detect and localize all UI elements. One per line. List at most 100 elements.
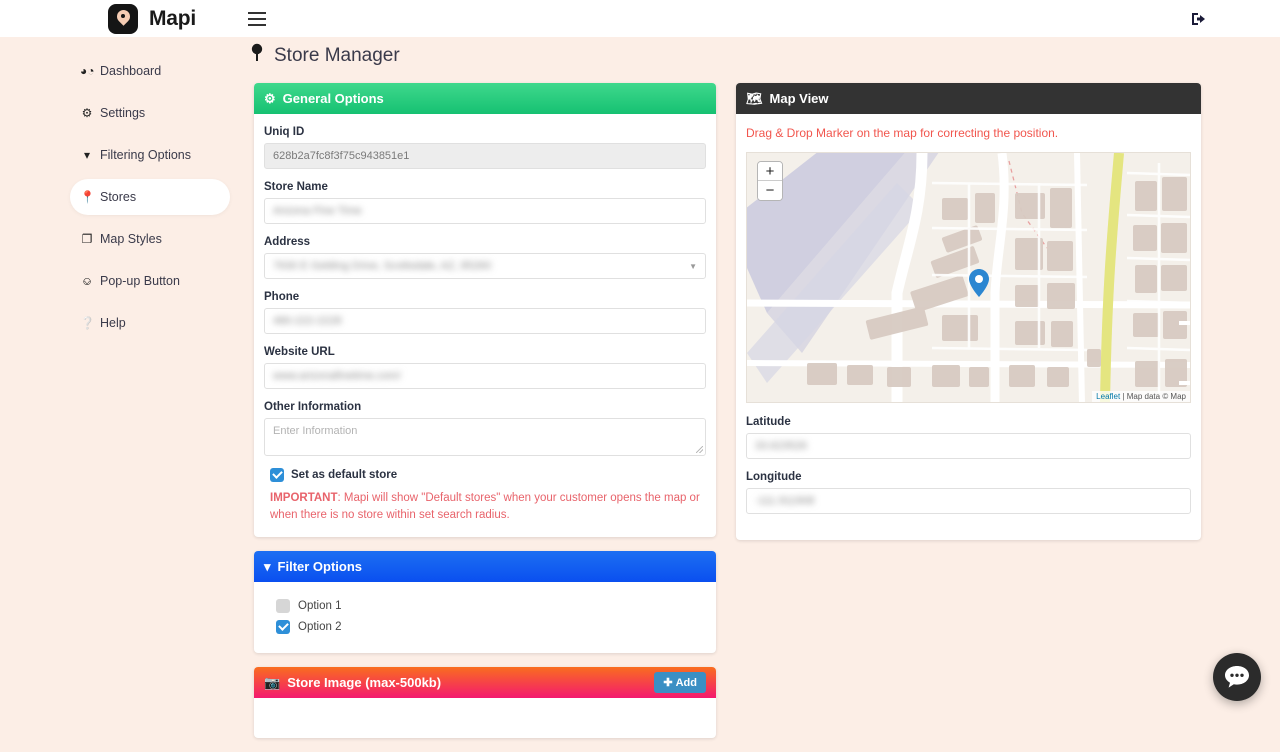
- default-store-row[interactable]: Set as default store: [270, 468, 706, 482]
- leaflet-map[interactable]: + − Leaflet | Map data © Map: [746, 152, 1191, 403]
- plus-icon: ✚: [663, 676, 672, 689]
- website-url-value: www.arizonafinetime.com/: [273, 370, 401, 382]
- leaflet-link[interactable]: Leaflet: [1096, 392, 1120, 401]
- sidebar-item-label: Settings: [100, 106, 145, 120]
- brand: Mapi: [108, 4, 196, 34]
- store-name-label: Store Name: [264, 181, 706, 193]
- sidebar-item-label: Stores: [100, 190, 136, 204]
- page-title: Store Manager: [250, 43, 1280, 69]
- map-pin-icon: 📍: [80, 190, 94, 204]
- map-zoom-control[interactable]: + −: [757, 161, 783, 201]
- right-column: 🗺 Map View Drag & Drop Marker on the map…: [736, 83, 1201, 752]
- other-information-placeholder: Enter Information: [273, 425, 357, 437]
- address-field[interactable]: 7630 E Gelding Drive, Scottsdale, AZ, 85…: [264, 253, 706, 279]
- sidebar-item-label: Map Styles: [100, 232, 162, 246]
- sidebar-item-popup-button[interactable]: ⎉ Pop-up Button: [0, 263, 230, 299]
- map-marker-icon[interactable]: [969, 269, 989, 297]
- filter-options-title: Filter Options: [278, 559, 363, 574]
- drag-drop-note: Drag & Drop Marker on the map for correc…: [746, 126, 1191, 140]
- default-store-checkbox[interactable]: [270, 468, 284, 482]
- sidebar-item-map-styles[interactable]: ❐ Map Styles: [0, 221, 230, 257]
- main-content: Store Manager ⚙ General Options Uniq ID …: [230, 37, 1280, 720]
- sidebar-item-label: Dashboard: [100, 64, 161, 78]
- latitude-field[interactable]: 33.623526: [746, 433, 1191, 459]
- top-header-bar: Mapi: [0, 0, 1280, 37]
- sidebar-item-filtering-options[interactable]: ▾ Filtering Options: [0, 137, 230, 173]
- image-icon: 📷: [264, 675, 280, 691]
- map-pin-icon: [250, 43, 264, 69]
- option-1-label: Option 1: [298, 600, 341, 612]
- sign-out-icon[interactable]: [1191, 11, 1208, 27]
- brand-name: Mapi: [149, 7, 196, 31]
- sidebar: ◕◔ Dashboard ⚙ Settings ▾ Filtering Opti…: [0, 37, 230, 720]
- dashboard-icon: ◕◔: [80, 64, 94, 78]
- general-options-panel: ⚙ General Options Uniq ID 628b2a7fc8f3f7…: [254, 83, 716, 537]
- gear-icon: ⚙: [80, 106, 94, 120]
- store-name-value: Arizona Fine Time: [273, 205, 362, 217]
- other-information-textarea[interactable]: Enter Information: [264, 418, 706, 456]
- important-prefix: IMPORTANT: [270, 492, 338, 504]
- general-options-header: ⚙ General Options: [254, 83, 716, 114]
- toggle-icon: ⎉: [80, 274, 94, 289]
- sidebar-item-dashboard[interactable]: ◕◔ Dashboard: [0, 53, 230, 89]
- latitude-value: 33.623526: [755, 440, 807, 452]
- add-image-button[interactable]: ✚ Add: [654, 672, 706, 693]
- add-image-label: Add: [676, 677, 697, 689]
- funnel-icon: ▾: [80, 148, 94, 162]
- sidebar-item-help[interactable]: ❔ Help: [0, 305, 230, 341]
- website-url-field[interactable]: www.arizonafinetime.com/: [264, 363, 706, 389]
- chevron-down-icon: ▼: [689, 262, 697, 271]
- option-2-label: Option 2: [298, 621, 341, 633]
- option-1-checkbox[interactable]: [276, 599, 290, 613]
- other-information-label: Other Information: [264, 401, 706, 413]
- sidebar-item-settings[interactable]: ⚙ Settings: [0, 95, 230, 131]
- page-title-text: Store Manager: [274, 45, 400, 67]
- map-icon: 🗺: [746, 91, 763, 107]
- longitude-field[interactable]: -111.911908: [746, 488, 1191, 514]
- mapi-logo-icon: [108, 4, 138, 34]
- latitude-label: Latitude: [746, 416, 1191, 428]
- general-options-title: General Options: [283, 91, 384, 106]
- left-column: ⚙ General Options Uniq ID 628b2a7fc8f3f7…: [254, 83, 716, 752]
- phone-value: 480-222-2228: [273, 315, 342, 327]
- chat-widget-button[interactable]: [1213, 653, 1261, 701]
- map-view-panel: 🗺 Map View Drag & Drop Marker on the map…: [736, 83, 1201, 540]
- layers-icon: ❐: [80, 232, 94, 246]
- address-label: Address: [264, 236, 706, 248]
- sidebar-item-label: Help: [100, 316, 126, 330]
- address-value: 7630 E Gelding Drive, Scottsdale, AZ, 85…: [273, 260, 491, 272]
- funnel-icon: ▾: [264, 559, 271, 575]
- store-image-panel: 📷 Store Image (max-500kb) ✚ Add: [254, 667, 716, 738]
- zoom-in-button[interactable]: +: [758, 162, 782, 181]
- uniq-id-value: 628b2a7fc8f3f75c943851e1: [273, 150, 409, 162]
- important-note: IMPORTANT: Mapi will show "Default store…: [270, 490, 706, 523]
- map-view-header: 🗺 Map View: [736, 83, 1201, 114]
- store-image-header: 📷 Store Image (max-500kb) ✚ Add: [254, 667, 716, 698]
- filter-option-row[interactable]: Option 2: [276, 620, 706, 634]
- chat-bubble-icon: [1224, 665, 1250, 689]
- uniq-id-label: Uniq ID: [264, 126, 706, 138]
- website-url-label: Website URL: [264, 346, 706, 358]
- zoom-out-button[interactable]: −: [758, 181, 782, 200]
- longitude-label: Longitude: [746, 471, 1191, 483]
- store-name-field[interactable]: Arizona Fine Time: [264, 198, 706, 224]
- filter-option-row[interactable]: Option 1: [276, 599, 706, 613]
- store-image-title: Store Image (max-500kb): [287, 675, 441, 690]
- sidebar-item-stores[interactable]: 📍 Stores: [70, 179, 230, 215]
- gear-icon: ⚙: [264, 91, 276, 107]
- sidebar-item-label: Filtering Options: [100, 148, 191, 162]
- question-circle-icon: ❔: [80, 316, 94, 330]
- sidebar-item-label: Pop-up Button: [100, 274, 180, 288]
- phone-label: Phone: [264, 291, 706, 303]
- hamburger-icon[interactable]: [248, 12, 266, 26]
- filter-options-panel: ▾ Filter Options Option 1 Option 2: [254, 551, 716, 653]
- filter-options-header: ▾ Filter Options: [254, 551, 716, 582]
- attribution-text: | Map data © Map: [1122, 392, 1186, 401]
- longitude-value: -111.911908: [755, 495, 814, 507]
- default-store-label: Set as default store: [291, 469, 397, 481]
- map-view-title: Map View: [770, 91, 829, 106]
- uniq-id-field: 628b2a7fc8f3f75c943851e1: [264, 143, 706, 169]
- option-2-checkbox[interactable]: [276, 620, 290, 634]
- phone-field[interactable]: 480-222-2228: [264, 308, 706, 334]
- map-attribution: Leaflet | Map data © Map: [1092, 391, 1190, 402]
